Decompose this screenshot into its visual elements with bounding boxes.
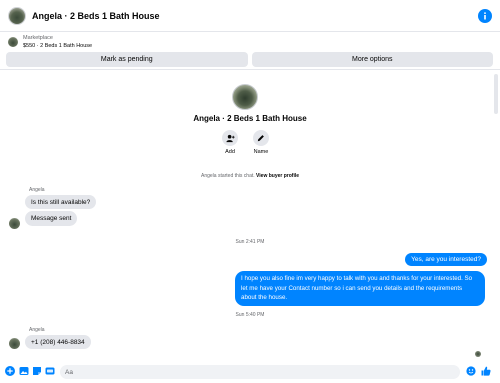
mark-as-pending-button[interactable]: Mark as pending (6, 52, 248, 67)
message-input[interactable]: Aa (60, 365, 460, 379)
profile-avatar[interactable] (232, 84, 258, 110)
scrollbar-thumb[interactable] (494, 74, 498, 114)
sender-name: Angela (29, 327, 45, 333)
outgoing-message[interactable]: Yes, are you interested? (405, 253, 487, 266)
conversation-title[interactable]: Angela · 2 Beds 1 Bath House (32, 11, 160, 21)
listing-price-title: $550 · 2 Beds 1 Bath House (23, 43, 93, 49)
plus-icon[interactable] (5, 366, 15, 376)
add-label: Add (225, 149, 235, 155)
view-buyer-profile-link[interactable]: View buyer profile (256, 173, 299, 179)
gif-icon[interactable] (45, 366, 55, 376)
conversation-header: Angela · 2 Beds 1 Bath House (0, 0, 500, 32)
listing-summary[interactable]: Marketplace $550 · 2 Beds 1 Bath House (0, 32, 500, 52)
seen-indicator-avatar (475, 351, 481, 357)
scrollbar[interactable] (494, 72, 498, 358)
timestamp: Sun 5:40 PM (235, 312, 265, 318)
incoming-message[interactable]: Is this still available? (25, 195, 97, 209)
chat-started-text: Angela started this chat. (200, 173, 255, 179)
listing-thumbnail (8, 37, 18, 47)
emoji-icon[interactable] (466, 366, 476, 376)
incoming-message[interactable]: Message sent (25, 211, 78, 226)
like-icon[interactable] (481, 366, 491, 376)
image-icon[interactable] (19, 366, 29, 376)
pencil-icon[interactable] (253, 130, 269, 146)
incoming-message[interactable]: +1 (208) 446-8834 (25, 335, 91, 349)
avatar[interactable] (8, 6, 26, 25)
info-icon[interactable] (478, 9, 492, 23)
sticker-icon[interactable] (32, 366, 42, 376)
sender-avatar[interactable] (9, 218, 20, 229)
divider (0, 69, 500, 70)
name-label: Name (253, 149, 269, 155)
sender-name: Angela (29, 187, 45, 193)
marketplace-label: Marketplace (23, 35, 53, 41)
profile-name: Angela · 2 Beds 1 Bath House (193, 114, 307, 123)
name-action[interactable]: Name (249, 130, 273, 155)
more-options-button[interactable]: More options (251, 52, 493, 67)
outgoing-message[interactable]: I hope you also fine im very happy to ta… (235, 271, 485, 306)
add-action[interactable]: Add (218, 130, 242, 155)
timestamp: Sun 2:41 PM (235, 239, 265, 245)
sender-avatar[interactable] (9, 338, 20, 349)
chat-started-notice: Angela started this chat. View buyer pro… (0, 173, 500, 179)
add-person-icon[interactable] (222, 130, 238, 146)
